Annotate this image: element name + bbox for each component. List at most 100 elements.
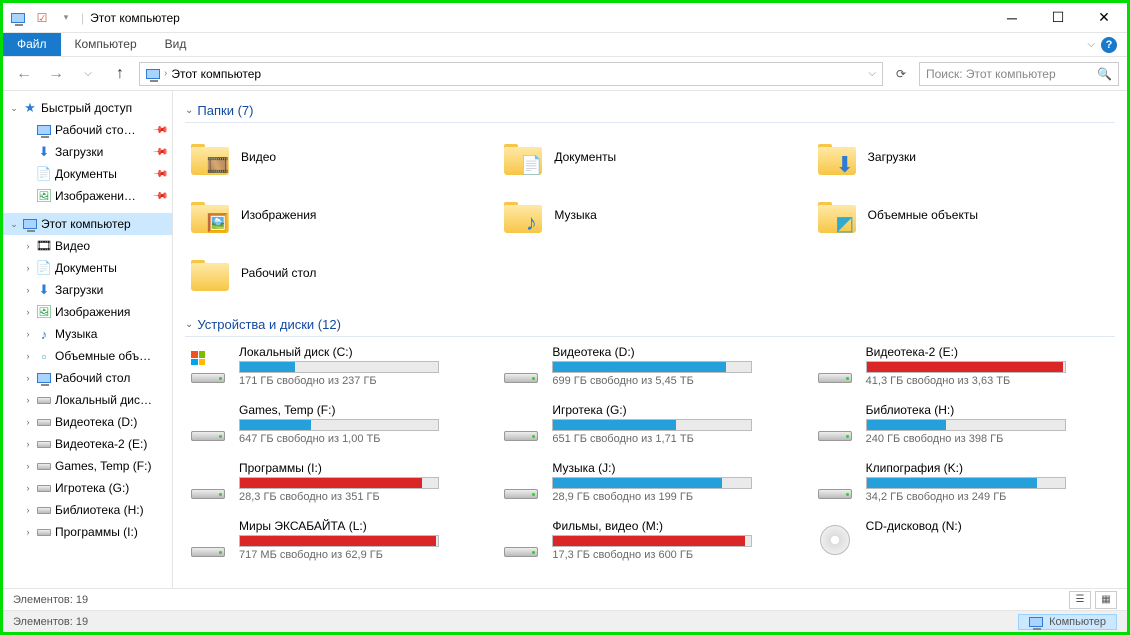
drive-item[interactable]: Видеотека-2 (E:)41,3 ГБ свободно из 3,63… <box>812 343 1115 395</box>
minimize-button[interactable]: ─ <box>989 3 1035 33</box>
pin-icon: 📌 <box>151 144 168 161</box>
search-input[interactable]: Поиск: Этот компьютер 🔍 <box>919 62 1119 86</box>
expand-icon[interactable]: › <box>23 395 33 405</box>
sidebar-item[interactable]: ›🎞Видео <box>3 235 172 257</box>
chevron-down-icon[interactable]: ⌄ <box>185 319 193 330</box>
sidebar-item-label: Рабочий стол <box>55 371 130 385</box>
sidebar-item[interactable]: 📄Документы📌 <box>3 163 172 185</box>
drive-item[interactable]: Локальный диск (C:)171 ГБ свободно из 23… <box>185 343 488 395</box>
sidebar-item-this-pc[interactable]: ⌄ Этот компьютер <box>3 213 172 235</box>
file-tab[interactable]: Файл <box>3 33 61 56</box>
sidebar-item[interactable]: ›📄Документы <box>3 257 172 279</box>
close-button[interactable]: ✕ <box>1081 3 1127 33</box>
folder-item[interactable]: 🖼️Изображения <box>185 187 488 243</box>
drive-item[interactable]: Библиотека (H:)240 ГБ свободно из 398 ГБ <box>812 401 1115 453</box>
drive-item[interactable]: Видеотека (D:)699 ГБ свободно из 5,45 ТБ <box>498 343 801 395</box>
expand-icon[interactable]: › <box>23 373 33 383</box>
view-tab[interactable]: Вид <box>151 33 201 56</box>
recent-dropdown-icon[interactable]: ⌵ <box>75 61 101 87</box>
expand-icon[interactable]: › <box>23 307 33 317</box>
help-icon[interactable]: ? <box>1101 37 1117 53</box>
drive-usage-bar <box>866 419 1066 431</box>
breadcrumb[interactable]: › Этот компьютер ⌵ <box>139 62 883 86</box>
chevron-down-icon[interactable]: ⌄ <box>185 105 193 116</box>
folder-item[interactable]: 📄Документы <box>498 129 801 185</box>
sidebar-item[interactable]: › Рабочий стол <box>3 367 172 389</box>
folder-item[interactable]: ♪Музыка <box>498 187 801 243</box>
sidebar-item[interactable]: ›♪Музыка <box>3 323 172 345</box>
drive-item[interactable]: Музыка (J:)28,9 ГБ свободно из 199 ГБ <box>498 459 801 511</box>
view-details-button[interactable]: ☰ <box>1069 591 1091 609</box>
item-icon <box>36 392 52 408</box>
breadcrumb-location[interactable]: Этот компьютер <box>171 67 261 81</box>
drive-item[interactable]: Игротека (G:)651 ГБ свободно из 1,71 ТБ <box>498 401 801 453</box>
windows-icon <box>191 351 207 367</box>
drive-item[interactable]: CD-дисковод (N:) <box>812 517 1115 569</box>
forward-button[interactable]: → <box>43 61 69 87</box>
expand-icon[interactable]: › <box>23 483 33 493</box>
expand-icon[interactable]: › <box>23 241 33 251</box>
view-tiles-button[interactable]: ▦ <box>1095 591 1117 609</box>
maximize-button[interactable]: ☐ <box>1035 3 1081 33</box>
computer-tab[interactable]: Компьютер <box>61 33 151 56</box>
status-computer-button[interactable]: Компьютер <box>1018 614 1117 630</box>
expand-icon[interactable]: › <box>23 329 33 339</box>
sidebar-item[interactable]: 🖼Изображени…📌 <box>3 185 172 207</box>
qat-dropdown-icon[interactable]: ▾ <box>57 9 75 27</box>
status-item-count-2: Элементов: 19 <box>13 616 88 628</box>
sidebar-item[interactable]: ›⬇Загрузки <box>3 279 172 301</box>
sidebar-item[interactable]: ›Локальный дис… <box>3 389 172 411</box>
expand-icon[interactable]: › <box>23 527 33 537</box>
sidebar-item-quick-access[interactable]: ⌄ ★ Быстрый доступ <box>3 97 172 119</box>
sidebar-item[interactable]: Рабочий сто…📌 <box>3 119 172 141</box>
drive-item[interactable]: Games, Temp (F:)647 ГБ свободно из 1,00 … <box>185 401 488 453</box>
chevron-right-icon[interactable]: › <box>164 68 167 79</box>
folder-item[interactable]: 🎞️Видео <box>185 129 488 185</box>
sidebar-item[interactable]: ›Games, Temp (F:) <box>3 455 172 477</box>
sidebar-item[interactable]: ›Игротека (G:) <box>3 477 172 499</box>
refresh-button[interactable]: ⟳ <box>889 62 913 86</box>
expand-icon[interactable]: › <box>23 417 33 427</box>
sidebar-item[interactable]: ›Видеотека (D:) <box>3 411 172 433</box>
collapse-icon[interactable]: ⌄ <box>9 103 19 114</box>
drive-name: Games, Temp (F:) <box>239 403 486 417</box>
item-icon: 📄 <box>36 260 52 276</box>
breadcrumb-dropdown-icon[interactable]: ⌵ <box>868 68 876 79</box>
sidebar-item[interactable]: ⬇Загрузки📌 <box>3 141 172 163</box>
sidebar-item[interactable]: ›🖼Изображения <box>3 301 172 323</box>
expand-icon[interactable]: › <box>23 263 33 273</box>
folder-item[interactable]: Рабочий стол <box>185 245 488 301</box>
sidebar-item[interactable]: ›▫Объемные объ… <box>3 345 172 367</box>
drive-item[interactable]: Клипография (K:)34,2 ГБ свободно из 249 … <box>812 459 1115 511</box>
back-button[interactable]: ← <box>11 61 37 87</box>
drive-item[interactable]: Миры ЭКСАБАЙТА (L:)717 МБ свободно из 62… <box>185 517 488 569</box>
item-icon <box>36 414 52 430</box>
expand-icon[interactable]: › <box>23 505 33 515</box>
drive-item[interactable]: Программы (I:)28,3 ГБ свободно из 351 ГБ <box>185 459 488 511</box>
sidebar-item[interactable]: ›Библиотека (H:) <box>3 499 172 521</box>
pc-icon <box>146 69 160 79</box>
sidebar-item-label: Загрузки <box>55 145 103 159</box>
folder-item[interactable]: ◩Объемные объекты <box>812 187 1115 243</box>
ribbon-expand-icon[interactable]: ⌵ <box>1087 39 1095 50</box>
folder-item[interactable]: ⬇Загрузки <box>812 129 1115 185</box>
drive-item[interactable]: Фильмы, видео (M:)17,3 ГБ свободно из 60… <box>498 517 801 569</box>
expand-icon[interactable]: › <box>23 461 33 471</box>
expand-icon[interactable]: › <box>23 285 33 295</box>
sidebar-item[interactable]: › Видеотека-2 (E:) <box>3 433 172 455</box>
drive-name: Локальный диск (C:) <box>239 345 486 359</box>
expand-icon[interactable]: › <box>23 439 33 449</box>
folder-label: Документы <box>554 150 616 164</box>
quick-access-toolbar: ☑ ▾ | <box>9 9 84 27</box>
up-button[interactable]: ↑ <box>107 61 133 87</box>
sidebar-item-label: Рабочий сто… <box>55 123 136 137</box>
folder-icon: ⬇ <box>816 136 858 178</box>
collapse-icon[interactable]: ⌄ <box>9 219 19 230</box>
group-header-folders[interactable]: ⌄ Папки (7) <box>185 99 1115 123</box>
sidebar-item-label: Видеотека-2 (E:) <box>55 437 147 451</box>
sidebar-item[interactable]: ›Программы (I:) <box>3 521 172 543</box>
qat-properties-icon[interactable]: ☑ <box>33 9 51 27</box>
drive-icon <box>187 461 229 503</box>
expand-icon[interactable]: › <box>23 351 33 361</box>
group-header-drives[interactable]: ⌄ Устройства и диски (12) <box>185 313 1115 337</box>
